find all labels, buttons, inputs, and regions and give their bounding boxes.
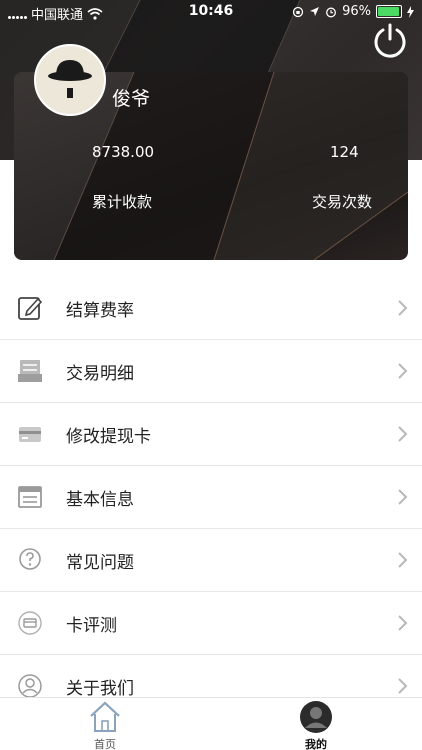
chevron-right-icon [398, 426, 408, 442]
tab-home-label: 首页 [94, 738, 116, 750]
menu-item-label: 卡评测 [66, 615, 117, 636]
receipt-icon [16, 357, 44, 385]
chevron-right-icon [398, 300, 408, 316]
bowler-hat-avatar-icon [48, 60, 92, 98]
document-icon [16, 483, 44, 511]
chevron-right-icon [398, 678, 408, 694]
card-icon [16, 420, 44, 448]
status-bar: 中国联通 10:46 96% [0, 0, 422, 24]
total-received-label: 累计收款 [92, 193, 153, 211]
charging-icon [407, 5, 414, 18]
tab-me-label: 我的 [305, 738, 327, 750]
alarm-icon [326, 7, 337, 17]
transaction-count-label: 交易次数 [312, 193, 373, 211]
menu-item-label: 关于我们 [66, 678, 134, 699]
power-icon [374, 23, 406, 58]
chevron-right-icon [398, 552, 408, 568]
chevron-right-icon [398, 615, 408, 631]
home-icon [90, 701, 120, 732]
edit-icon [16, 294, 44, 322]
menu-item-basic-info[interactable]: 基本信息 [0, 466, 422, 529]
rotation-lock-icon [292, 6, 304, 17]
menu-item-faq[interactable]: 常见问题 [0, 529, 422, 592]
battery-percent: 96% [342, 4, 371, 19]
user-circle-icon [16, 672, 44, 700]
battery-icon [376, 5, 402, 18]
menu-item-label: 交易明细 [66, 363, 134, 384]
menu-item-settlement-rate[interactable]: 结算费率 [0, 277, 422, 340]
user-icon [300, 701, 332, 733]
tab-home[interactable]: 首页 [65, 698, 145, 750]
menu-item-transaction-details[interactable]: 交易明细 [0, 340, 422, 403]
menu-item-label: 结算费率 [66, 300, 134, 321]
total-received-value: 8738.00 [92, 143, 155, 161]
logout-button[interactable] [372, 22, 408, 58]
transaction-count-value: 124 [330, 143, 359, 161]
avatar[interactable] [34, 44, 106, 116]
menu-item-label: 修改提现卡 [66, 426, 151, 447]
menu-item-label: 基本信息 [66, 489, 134, 510]
menu-item-change-withdraw-card[interactable]: 修改提现卡 [0, 403, 422, 466]
tab-me[interactable]: 我的 [276, 698, 356, 750]
location-icon [310, 7, 320, 16]
question-icon [16, 546, 44, 574]
menu-item-card-evaluation[interactable]: 卡评测 [0, 592, 422, 655]
profile-page: 中国联通 10:46 96% 俊爷 8738.00 124 累计收款 交易次数 … [0, 0, 422, 750]
menu-list: 结算费率 交易明细 修改提现卡 基本信息 常见问题 卡评测 关于我们 [0, 277, 422, 718]
username: 俊爷 [112, 88, 151, 110]
tab-bar: 首页 我的 [0, 697, 422, 750]
card-check-icon [16, 609, 44, 637]
menu-item-label: 常见问题 [66, 552, 134, 573]
chevron-right-icon [398, 489, 408, 505]
chevron-right-icon [398, 363, 408, 379]
